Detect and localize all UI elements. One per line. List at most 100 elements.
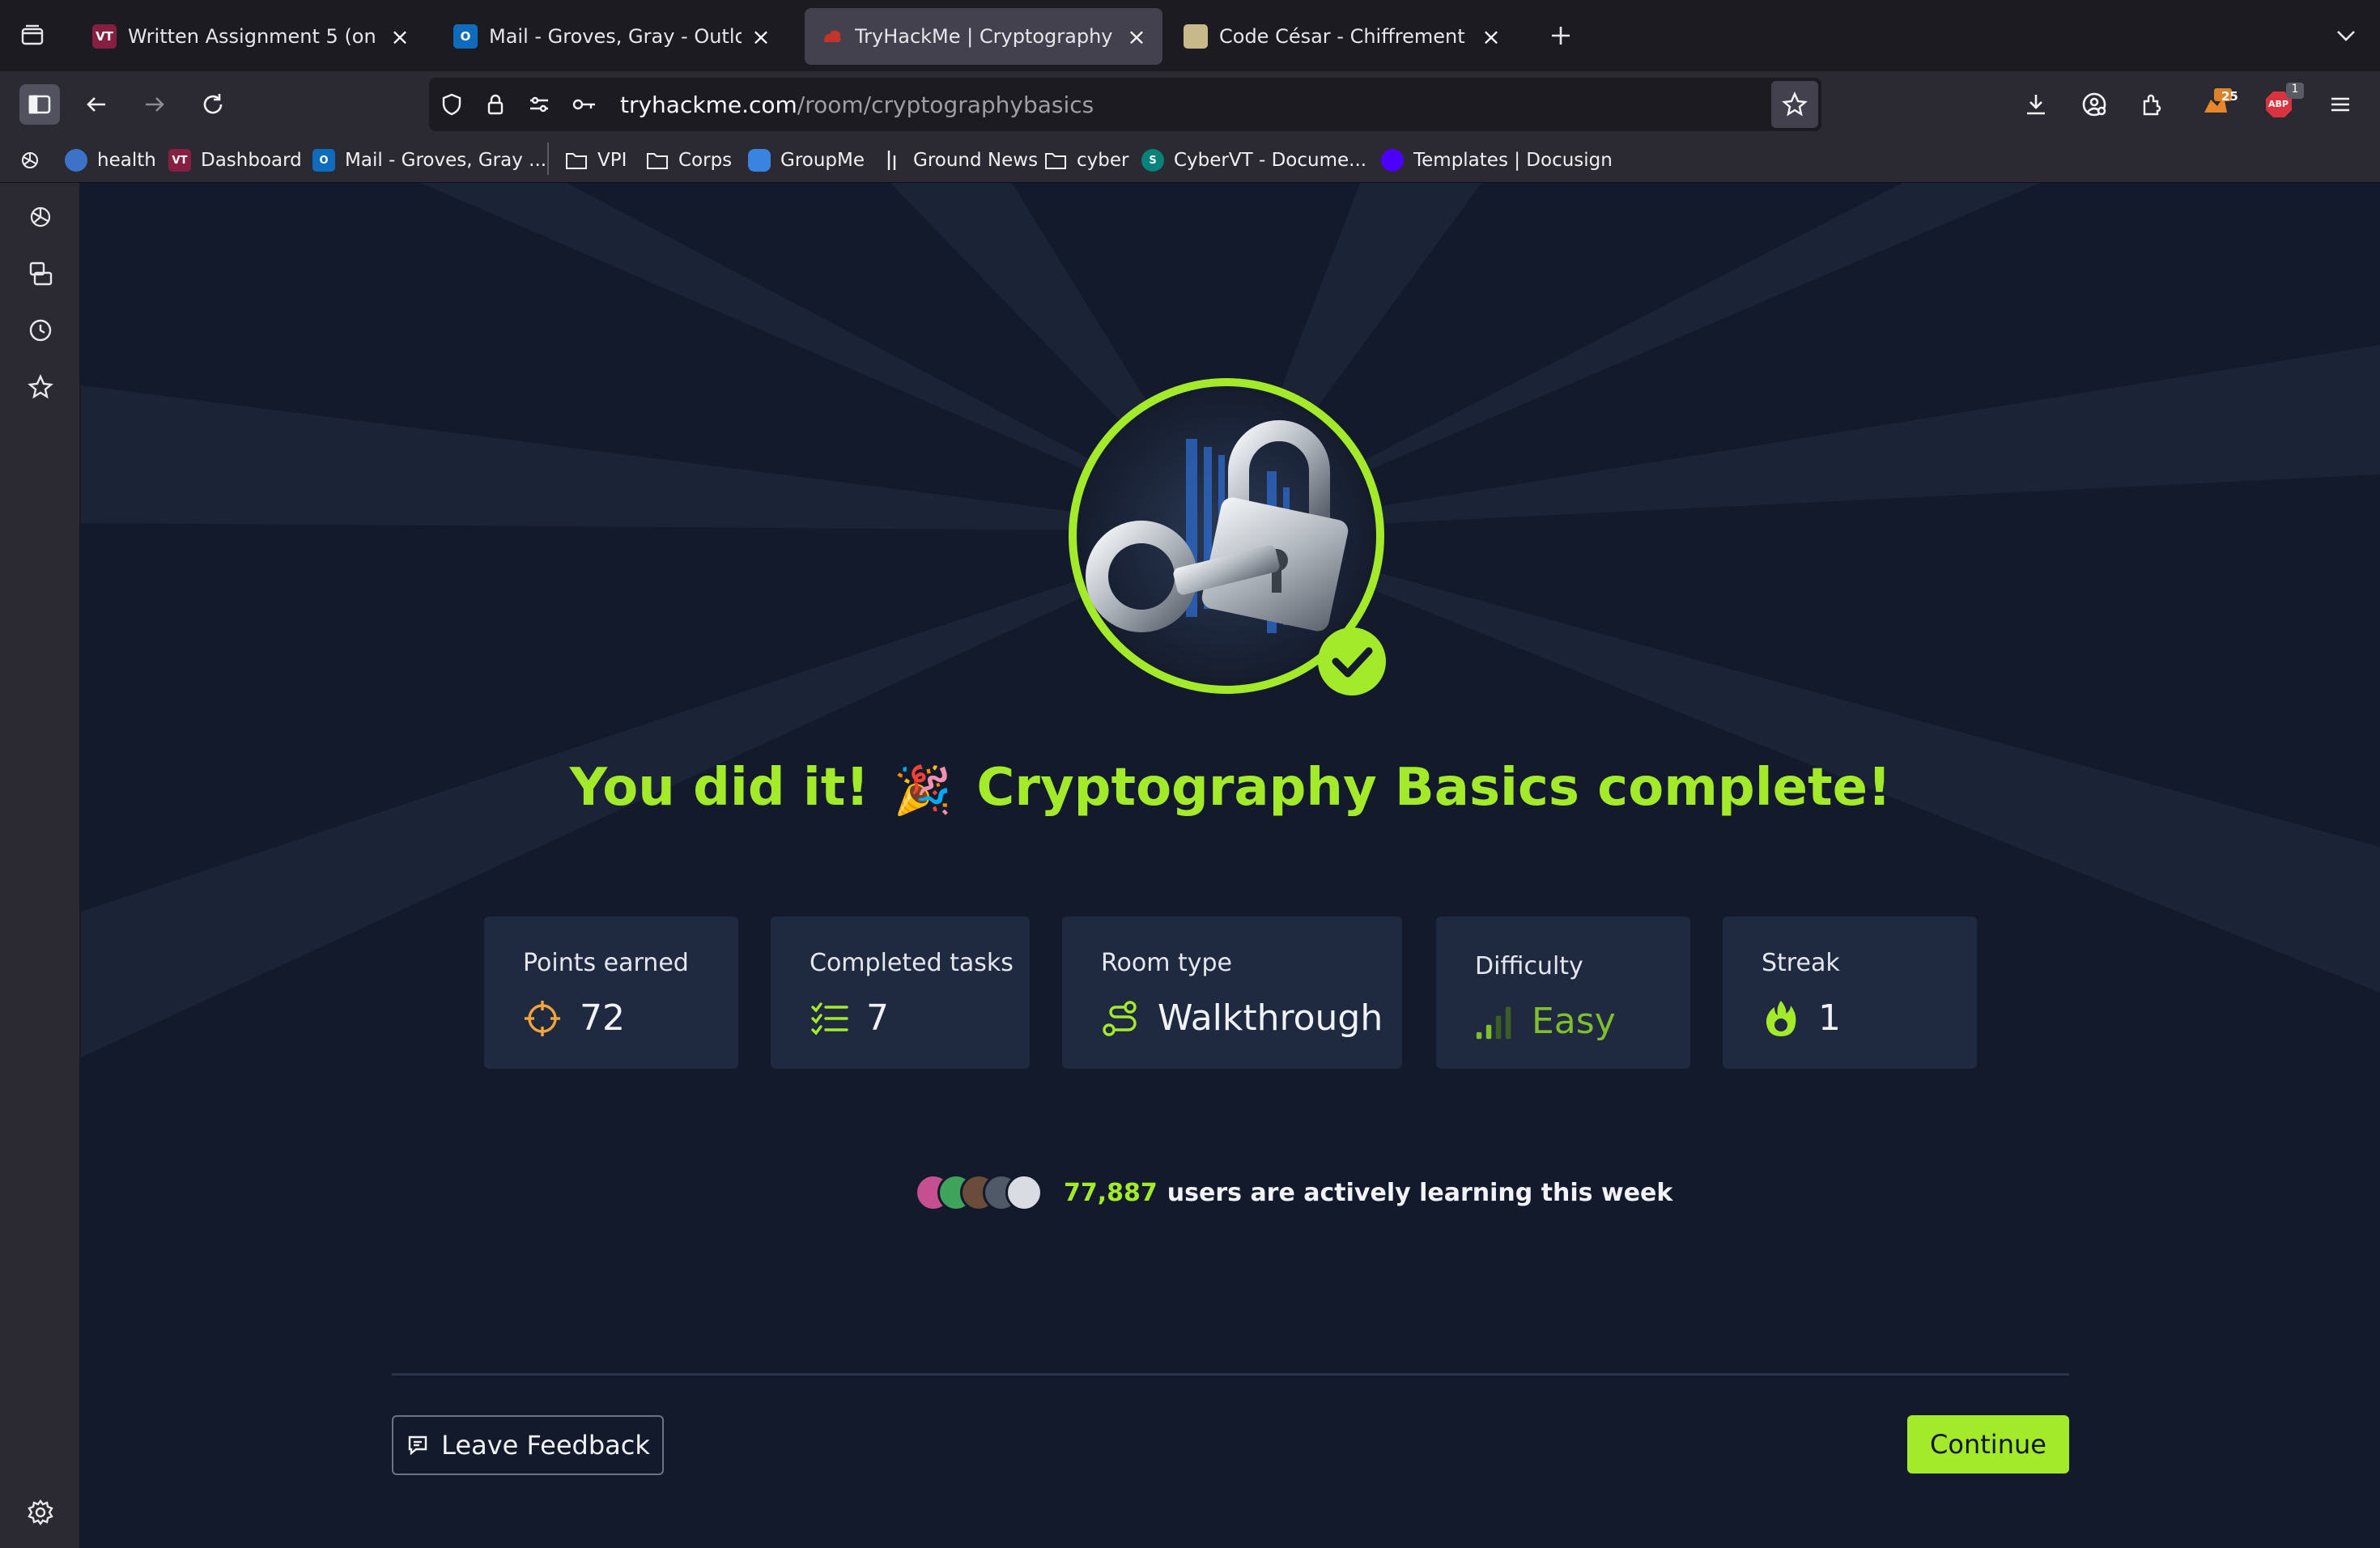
account-icon[interactable] bbox=[2074, 84, 2114, 125]
lock-icon[interactable] bbox=[481, 90, 510, 119]
tab-title: Code César - Chiffrement par Décalage bbox=[1219, 25, 1472, 48]
folder-icon bbox=[1044, 149, 1067, 172]
stat-value-row: 7 bbox=[810, 997, 889, 1039]
site-permissions-icon[interactable] bbox=[525, 90, 554, 119]
learners-count: 77,887 bbox=[1064, 1178, 1158, 1207]
bookmark-dashboard[interactable]: VT Dashboard bbox=[168, 146, 302, 175]
stat-value: 1 bbox=[1818, 997, 1841, 1039]
bookmark-label: GroupMe bbox=[780, 150, 865, 171]
adblock-count-badge: 1 bbox=[2286, 83, 2304, 99]
tab-code-cesar[interactable]: Code César - Chiffrement par Décalage × bbox=[1169, 8, 1517, 65]
forward-arrow-icon[interactable] bbox=[134, 84, 175, 125]
bookmark-docusign[interactable]: Templates | Docusign bbox=[1381, 146, 1613, 175]
browser-sidebar bbox=[0, 183, 81, 1548]
bookmark-ground-news[interactable]: Ground News bbox=[881, 146, 1038, 175]
key-icon[interactable] bbox=[570, 90, 599, 119]
stat-value: Walkthrough bbox=[1158, 997, 1383, 1039]
stat-value: Easy bbox=[1532, 1001, 1616, 1042]
bookmark-health[interactable]: health bbox=[65, 146, 156, 175]
close-tab-icon[interactable]: × bbox=[389, 23, 411, 50]
cesar-favicon-icon bbox=[1184, 24, 1208, 49]
stat-card-points: Points earned 72 bbox=[484, 916, 738, 1069]
headline-start: You did it! bbox=[569, 758, 869, 818]
leave-feedback-button[interactable]: Leave Feedback bbox=[392, 1415, 664, 1475]
bookmark-label: health bbox=[97, 150, 156, 171]
tab-tryhackme[interactable]: TryHackMe | Cryptography Basics × bbox=[805, 8, 1162, 65]
crosshair-icon bbox=[523, 999, 562, 1038]
feedback-speech-icon bbox=[406, 1433, 430, 1457]
bookmarks-star-icon[interactable] bbox=[23, 369, 58, 405]
stat-card-streak: Streak 1 bbox=[1723, 916, 1977, 1069]
tab-written-assignment[interactable]: VT Written Assignment 5 (on Canvas) × bbox=[78, 8, 426, 65]
sidebar-toggle-icon[interactable] bbox=[19, 84, 60, 125]
flame-icon bbox=[1762, 999, 1800, 1038]
adblock-plus-icon[interactable]: ABP 1 bbox=[2259, 83, 2304, 125]
completion-headline: You did it! 🎉 Cryptography Basics comple… bbox=[81, 758, 2380, 819]
reload-icon[interactable] bbox=[193, 84, 233, 125]
chatbot-icon[interactable] bbox=[23, 199, 58, 235]
stat-value-row: 1 bbox=[1762, 997, 1841, 1039]
outlook-icon: O bbox=[312, 149, 335, 172]
extensions-puzzle-icon[interactable] bbox=[2132, 84, 2173, 125]
groupme-icon bbox=[748, 149, 771, 172]
room-complete-page: You did it! 🎉 Cryptography Basics comple… bbox=[81, 183, 2380, 1548]
close-tab-icon[interactable]: × bbox=[750, 23, 772, 50]
bookmark-label: CyberVT - Docume... bbox=[1174, 150, 1367, 171]
folder-icon bbox=[565, 149, 588, 172]
settings-gear-icon[interactable] bbox=[23, 1495, 58, 1530]
bookmark-openai[interactable] bbox=[18, 146, 42, 175]
party-popper-icon: 🎉 bbox=[893, 762, 953, 818]
close-tab-icon[interactable]: × bbox=[1480, 23, 1502, 50]
stat-label: Difficulty bbox=[1475, 952, 1583, 980]
tracking-protection-shield-icon[interactable] bbox=[437, 90, 466, 119]
stat-value: 7 bbox=[866, 997, 889, 1039]
room-badge-lock-key-icon bbox=[1069, 378, 1386, 695]
checklist-icon bbox=[810, 999, 848, 1038]
synced-tabs-icon[interactable] bbox=[23, 256, 58, 291]
bookmark-folder-vpi[interactable]: VPI bbox=[565, 146, 627, 175]
stat-card-difficulty: Difficulty Easy bbox=[1436, 916, 1690, 1069]
url-text[interactable]: tryhackme.com/room/cryptographybasics bbox=[620, 91, 1094, 118]
bookmark-cybervt[interactable]: S CyberVT - Docume... bbox=[1141, 146, 1366, 175]
new-tab-icon[interactable] bbox=[1543, 18, 1579, 53]
bookmark-groupme[interactable]: GroupMe bbox=[748, 146, 865, 175]
footer-divider bbox=[392, 1373, 2069, 1376]
bookmark-label: Mail - Groves, Gray ... bbox=[345, 150, 547, 171]
tab-overview-icon[interactable] bbox=[15, 18, 50, 53]
navigation-toolbar: tryhackme.com/room/cryptographybasics 25… bbox=[0, 71, 2380, 138]
url-domain: tryhackme.com bbox=[620, 91, 797, 118]
list-all-tabs-chevron-icon[interactable] bbox=[2328, 18, 2364, 53]
close-tab-icon[interactable]: × bbox=[1125, 23, 1148, 50]
stat-value-row: Walkthrough bbox=[1101, 997, 1383, 1039]
tab-title: TryHackMe | Cryptography Basics bbox=[855, 25, 1117, 48]
feedback-label: Leave Feedback bbox=[441, 1430, 650, 1461]
hamburger-menu-icon[interactable] bbox=[2320, 84, 2361, 125]
bookmark-mail[interactable]: O Mail - Groves, Gray ... bbox=[312, 146, 546, 175]
bookmark-label: cyber bbox=[1077, 150, 1129, 171]
extension-fox-icon[interactable]: 25 bbox=[2195, 84, 2238, 125]
tryhackme-favicon-icon bbox=[819, 24, 844, 49]
stat-value: 72 bbox=[580, 997, 625, 1039]
continue-button[interactable]: Continue bbox=[1907, 1415, 2069, 1474]
history-clock-icon[interactable] bbox=[23, 313, 58, 348]
back-arrow-icon[interactable] bbox=[76, 84, 117, 125]
downloads-icon[interactable] bbox=[2016, 84, 2056, 125]
stat-card-room-type: Room type Walkthrough bbox=[1062, 916, 1402, 1069]
outlook-favicon-icon: O bbox=[453, 24, 478, 49]
url-path: /room/cryptographybasics bbox=[797, 91, 1094, 118]
folder-icon bbox=[646, 149, 669, 172]
bookmark-label: VPI bbox=[597, 150, 627, 171]
headline-end: Cryptography Basics complete! bbox=[976, 758, 1892, 818]
signal-bars-icon bbox=[1475, 1002, 1514, 1041]
stat-label: Room type bbox=[1101, 949, 1232, 977]
address-bar[interactable]: tryhackme.com/room/cryptographybasics bbox=[429, 78, 1821, 131]
bookmark-folder-cyber[interactable]: cyber bbox=[1044, 146, 1128, 175]
stat-value-row: 72 bbox=[523, 997, 625, 1039]
tab-outlook-mail[interactable]: O Mail - Groves, Gray - Outlook × bbox=[439, 8, 787, 65]
tab-title: Mail - Groves, Gray - Outlook bbox=[489, 25, 742, 48]
bookmarks-separator bbox=[547, 142, 549, 175]
stat-label: Completed tasks bbox=[810, 949, 1014, 977]
bookmark-folder-corps[interactable]: Corps bbox=[646, 146, 732, 175]
bookmark-star-icon[interactable] bbox=[1771, 81, 1818, 128]
bookmark-label: Ground News bbox=[913, 150, 1039, 171]
